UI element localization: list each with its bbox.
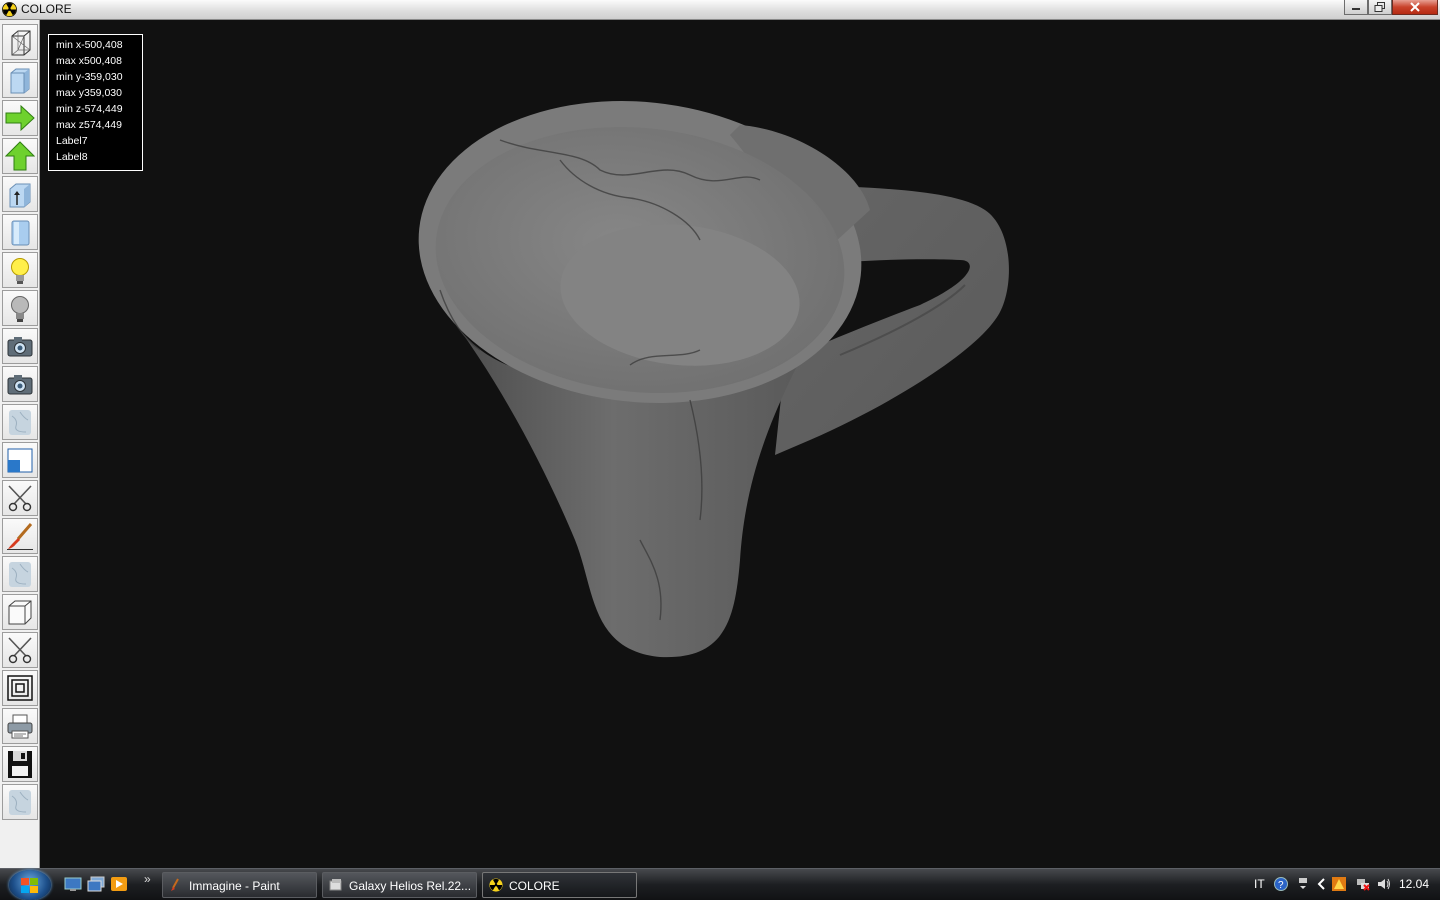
task-paint[interactable]: Immagine - Paint [162, 872, 317, 898]
task-colore[interactable]: COLORE [482, 872, 637, 898]
cube-button[interactable] [2, 594, 38, 630]
cylinder-button[interactable] [2, 214, 38, 250]
show-hidden-icon[interactable] [1315, 877, 1329, 891]
scissors-icon [8, 485, 32, 512]
axis-box-icon [9, 183, 31, 208]
3d-viewport[interactable]: min x-500,408 max x500,408 min y-359,030… [40, 20, 1440, 868]
floppy-disk-icon [8, 751, 32, 778]
marble-texture-2-button[interactable] [2, 556, 38, 592]
scissors-icon [8, 637, 32, 664]
marble-texture-icon [9, 562, 31, 587]
window-icon [7, 448, 33, 473]
marble-texture-icon [9, 790, 31, 815]
marble-texture-1-button[interactable] [2, 404, 38, 440]
svg-text:?: ? [1278, 880, 1284, 891]
camera-icon [7, 337, 33, 357]
radiation-icon [2, 2, 17, 17]
clock[interactable]: 12.04 [1399, 877, 1429, 891]
galaxy-helios-icon [329, 879, 342, 891]
windows-logo-icon [21, 878, 38, 893]
save-button[interactable] [2, 746, 38, 782]
bulb-on-icon [11, 258, 29, 284]
rotate-up-button[interactable] [2, 138, 38, 174]
marble-texture-icon [9, 410, 31, 435]
app-window: { "window": { "title": "COLORE", "contro… [0, 0, 1440, 900]
start-button[interactable] [9, 870, 51, 900]
help-icon[interactable]: ? [1274, 877, 1288, 891]
bulb-off-icon [11, 296, 29, 322]
cube-icon [8, 600, 32, 625]
language-indicator[interactable]: IT [1254, 877, 1265, 891]
task-galaxy-helios[interactable]: Galaxy Helios Rel.22... [322, 872, 477, 898]
window-title: COLORE [21, 2, 72, 16]
camera-2-button[interactable] [2, 366, 38, 402]
concentric-squares-button[interactable] [2, 670, 38, 706]
paint-icon [171, 878, 179, 891]
camera-icon [7, 375, 33, 395]
camera-1-button[interactable] [2, 328, 38, 364]
minimize-icon [1352, 8, 1360, 10]
solid-box-icon [10, 68, 30, 94]
restore-button[interactable] [1368, 0, 1392, 15]
close-button[interactable] [1392, 0, 1438, 15]
cut-2-button[interactable] [2, 632, 38, 668]
task-label: Galaxy Helios Rel.22... [349, 879, 472, 893]
task-label: Immagine - Paint [189, 879, 280, 893]
network-arrow-icon[interactable] [1296, 877, 1310, 891]
taskbar: » Immagine - Paint Galaxy Helios Rel.22.… [0, 868, 1440, 900]
concentric-squares-icon [7, 675, 33, 701]
marble-jug-model[interactable] [40, 20, 1440, 868]
task-label: COLORE [509, 879, 560, 893]
warning-icon[interactable] [1332, 877, 1346, 891]
volume-icon[interactable] [1377, 877, 1391, 891]
paint-brush-button[interactable] [2, 518, 38, 554]
axis-box-button[interactable] [2, 176, 38, 212]
tool-palette [0, 20, 40, 868]
minimize-button[interactable] [1344, 0, 1368, 15]
cylinder-icon [11, 220, 30, 246]
rotate-right-button[interactable] [2, 100, 38, 136]
light-off-button[interactable] [2, 290, 38, 326]
show-desktop-icon[interactable] [64, 876, 82, 892]
restore-icon [1374, 2, 1385, 12]
green-arrow-right-icon [5, 104, 35, 132]
brush-icon [7, 523, 33, 550]
printer-icon [7, 714, 33, 739]
green-arrow-up-icon [5, 141, 35, 171]
solid-box-button[interactable] [2, 62, 38, 98]
cut-1-button[interactable] [2, 480, 38, 516]
close-icon [1410, 2, 1420, 12]
marble-texture-3-button[interactable] [2, 784, 38, 820]
quick-launch-overflow-icon[interactable]: » [144, 872, 151, 886]
wireframe-box-icon [11, 30, 31, 56]
network-icon[interactable] [1356, 877, 1370, 891]
radiation-icon [489, 878, 503, 892]
media-player-icon[interactable] [110, 876, 128, 892]
print-button[interactable] [2, 708, 38, 744]
light-on-button[interactable] [2, 252, 38, 288]
view-window-button[interactable] [2, 442, 38, 478]
wireframe-box-button[interactable] [2, 24, 38, 60]
switch-windows-icon[interactable] [87, 876, 105, 892]
title-bar[interactable]: COLORE [0, 0, 1440, 20]
